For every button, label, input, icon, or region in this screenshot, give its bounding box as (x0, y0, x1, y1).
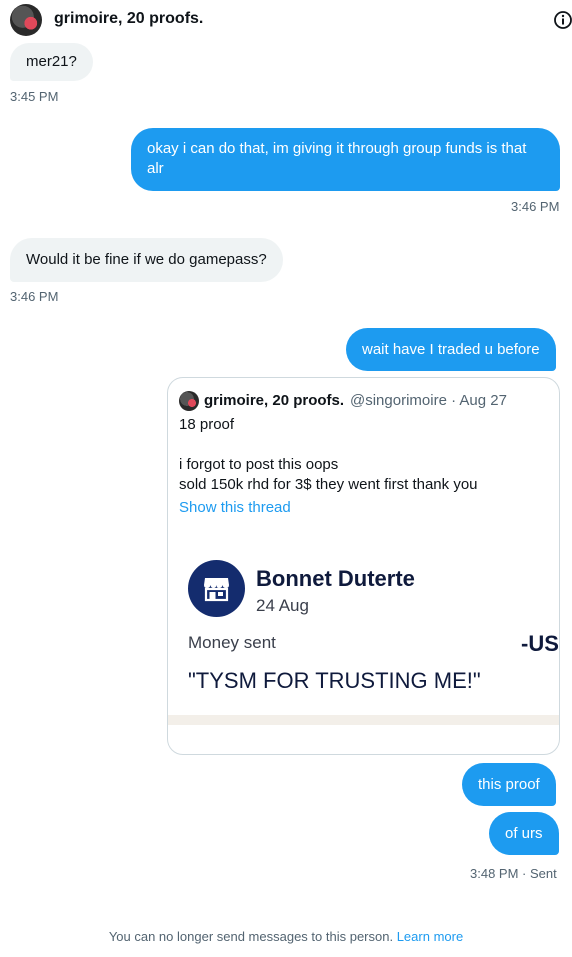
messaging-disabled-notice: You can no longer send messages to this … (0, 929, 572, 944)
avatar[interactable] (10, 4, 42, 36)
payment-receipt-image[interactable]: Bonnet Duterte 24 Aug Money sent -US "TY… (168, 538, 559, 738)
message-bubble-incoming[interactable]: Would it be fine if we do gamepass? (10, 238, 283, 282)
receipt-date: 24 Aug (256, 596, 309, 615)
message-bubble-outgoing[interactable]: of urs (489, 812, 559, 855)
quoted-avatar (179, 391, 199, 411)
quoted-author-name: grimoire, 20 proofs. (204, 392, 345, 409)
message-bubble-outgoing[interactable]: this proof (462, 763, 556, 806)
info-circle-icon[interactable] (553, 10, 572, 30)
message-bubble-outgoing[interactable]: okay i can do that, im giving it through… (131, 128, 560, 191)
receipt-note: "TYSM FOR TRUSTING ME!" (188, 668, 481, 693)
receipt-recipient-name: Bonnet Duterte (256, 566, 415, 591)
show-thread-link[interactable]: Show this thread (179, 499, 291, 516)
storefront-icon (188, 560, 245, 617)
notice-text: You can no longer send messages to this … (108, 929, 394, 944)
conversation-header: grimoire, 20 proofs. (0, 0, 572, 40)
message-timestamp: 3:45 PM (10, 89, 59, 104)
quoted-tweet-text: sold 150k rhd for 3$ they went first tha… (179, 476, 478, 493)
quoted-author-meta: @singorimoire · Aug 27 (350, 392, 507, 409)
conversation-title[interactable]: grimoire, 20 proofs. (54, 10, 203, 28)
receipt-status: Money sent (188, 633, 276, 652)
quoted-tweet-card[interactable]: grimoire, 20 proofs. @singorimoire · Aug… (167, 377, 560, 755)
quoted-tweet-text: i forgot to post this oops (179, 456, 339, 473)
quoted-tweet-text: 18 proof (179, 416, 235, 433)
message-bubble-incoming[interactable]: mer21? (10, 43, 93, 81)
message-timestamp: 3:46 PM (511, 199, 560, 214)
message-bubble-outgoing[interactable]: wait have I traded u before (346, 328, 556, 371)
message-timestamp-sent: 3:48 PM · Sent (470, 866, 557, 881)
message-timestamp: 3:46 PM (10, 289, 59, 304)
receipt-divider (168, 715, 559, 725)
learn-more-link[interactable]: Learn more (397, 929, 463, 944)
receipt-amount: -US (521, 631, 559, 656)
